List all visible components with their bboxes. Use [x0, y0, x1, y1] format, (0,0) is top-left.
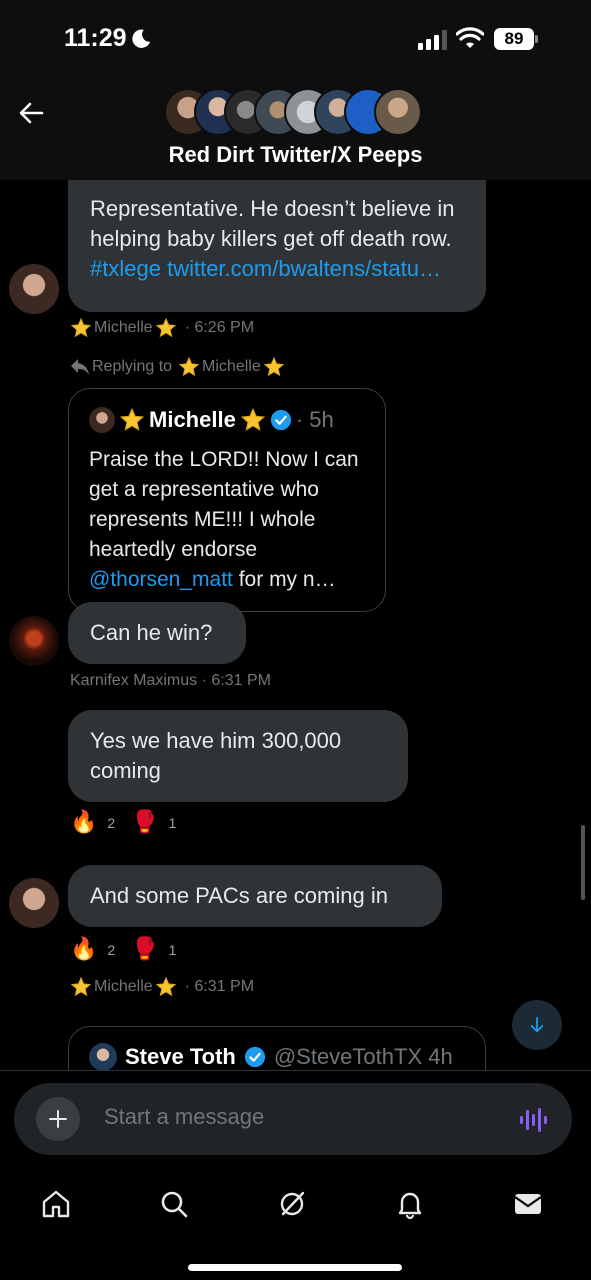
scrollbar[interactable]: [581, 825, 585, 900]
message-meta: Karnifex Maximus · 6:31 PM: [70, 672, 271, 689]
arrow-left-icon[interactable]: [16, 98, 46, 128]
message-text: Representative. He doesn’t believe in he…: [90, 196, 455, 251]
avatar[interactable]: [9, 878, 59, 928]
message-composer: [14, 1083, 572, 1155]
group-title[interactable]: Red Dirt Twitter/X Peeps: [0, 142, 591, 168]
reply-context[interactable]: Replying to Michelle: [70, 356, 285, 378]
signal-icon: [418, 30, 447, 50]
quoted-tweet-card[interactable]: Steve Toth @SteveTothTX 4h: [68, 1026, 486, 1070]
reaction-bar[interactable]: 🔥 2 🥊 1: [70, 810, 186, 835]
verified-badge-icon: [244, 1046, 265, 1068]
message-bubble[interactable]: Representative. He doesn’t believe in he…: [68, 180, 486, 312]
boxing-glove-icon: 🥊: [131, 937, 159, 962]
plus-button[interactable]: [36, 1097, 80, 1141]
verified-badge-icon: [270, 409, 291, 431]
quote-handle: @SteveTothTX 4h: [273, 1044, 453, 1069]
fire-reaction[interactable]: 🔥 2: [70, 810, 115, 835]
reaction-count: 1: [168, 814, 177, 831]
message-text: Can he win?: [90, 620, 213, 645]
mention-link[interactable]: @thorsen_matt: [89, 568, 233, 591]
reaction-count: 2: [107, 814, 116, 831]
star-emoji-icon: [70, 976, 92, 997]
star-emoji-icon: [240, 407, 265, 431]
tab-home[interactable]: [36, 1184, 76, 1224]
message-meta: Michelle · 6:31 PM: [70, 976, 254, 998]
fire-icon: 🔥: [70, 810, 98, 835]
moon-icon: [132, 29, 151, 48]
reply-label: Replying to: [92, 358, 173, 375]
tab-grok[interactable]: [272, 1184, 312, 1224]
search-icon: [161, 1191, 188, 1218]
quote-author: Michelle: [149, 407, 236, 432]
star-emoji-icon: [263, 356, 285, 377]
message-text: Yes we have him 300,000 coming: [90, 728, 342, 783]
voice-wave-icon[interactable]: [518, 1105, 548, 1135]
star-emoji-icon: [178, 356, 200, 377]
grok-icon: [280, 1191, 305, 1216]
reply-arrow-icon: [71, 359, 89, 375]
plus-icon: [49, 1110, 67, 1128]
avatar: [89, 407, 115, 433]
message-text: And some PACs are coming in: [90, 883, 388, 908]
message-input[interactable]: [104, 1104, 484, 1130]
home-icon: [42, 1190, 70, 1218]
quoted-tweet-card[interactable]: Michelle · 5h Praise the LORD!! Now I ca…: [68, 388, 386, 612]
messages-icon: [514, 1194, 542, 1214]
quote-header: Steve Toth @SteveTothTX 4h: [89, 1043, 453, 1070]
avatar[interactable]: [9, 616, 59, 666]
message-time: · 6:31 PM: [184, 978, 255, 995]
quote-time: · 5h: [295, 407, 334, 432]
message-list[interactable]: Representative. He doesn’t believe in he…: [0, 180, 591, 1070]
tab-notifications[interactable]: [390, 1184, 430, 1224]
fire-reaction[interactable]: 🔥 2: [70, 937, 115, 962]
tweet-link[interactable]: twitter.com/bwaltens/statu…: [167, 256, 441, 281]
reply-name: Michelle: [202, 358, 261, 375]
status-time: 11:29: [64, 24, 127, 52]
sender-name: Michelle: [94, 978, 153, 995]
reaction-count: 1: [168, 941, 177, 958]
message-bubble[interactable]: Can he win?: [68, 602, 246, 664]
star-emoji-icon: [70, 317, 92, 338]
avatar[interactable]: [9, 264, 59, 314]
wifi-icon: [456, 27, 484, 48]
boxing-glove-reaction[interactable]: 🥊 1: [131, 937, 176, 962]
reaction-bar[interactable]: 🔥 2 🥊 1: [70, 937, 186, 962]
battery-icon: 89: [494, 28, 538, 50]
avatar: [374, 88, 422, 136]
message-bubble[interactable]: And some PACs are coming in: [68, 865, 442, 927]
quote-text: Praise the LORD!! Now I can get a repres…: [89, 448, 359, 591]
star-emoji-icon: [155, 976, 176, 997]
star-emoji-icon: [119, 407, 145, 431]
hashtag-link[interactable]: #txlege: [90, 256, 161, 281]
message-meta: Michelle · 6:26 PM: [70, 317, 254, 339]
star-emoji-icon: [155, 317, 176, 338]
message-time: · 6:26 PM: [184, 319, 255, 336]
boxing-glove-reaction[interactable]: 🥊 1: [131, 810, 176, 835]
fire-icon: 🔥: [70, 937, 98, 962]
group-avatars[interactable]: [164, 88, 424, 136]
quote-header: Michelle · 5h: [89, 407, 334, 433]
arrow-down-icon: [530, 1016, 544, 1033]
tab-messages[interactable]: [508, 1184, 548, 1224]
avatar: [89, 1043, 117, 1070]
bottom-tab-bar: [0, 1166, 591, 1280]
tab-search[interactable]: [154, 1184, 194, 1224]
boxing-glove-icon: 🥊: [131, 810, 159, 835]
composer-bar: [0, 1070, 591, 1166]
sender-name: Michelle: [94, 319, 153, 336]
notifications-icon: [398, 1192, 422, 1220]
quote-author: Steve Toth: [125, 1044, 236, 1069]
home-indicator[interactable]: [188, 1264, 402, 1271]
battery-level: 89: [494, 28, 534, 50]
message-bubble[interactable]: Yes we have him 300,000 coming: [68, 710, 408, 802]
scroll-to-bottom-button[interactable]: [512, 1000, 562, 1050]
conversation-header: Red Dirt Twitter/X Peeps: [0, 80, 591, 180]
reaction-count: 2: [107, 941, 116, 958]
status-bar: 11:29 89: [0, 0, 591, 80]
